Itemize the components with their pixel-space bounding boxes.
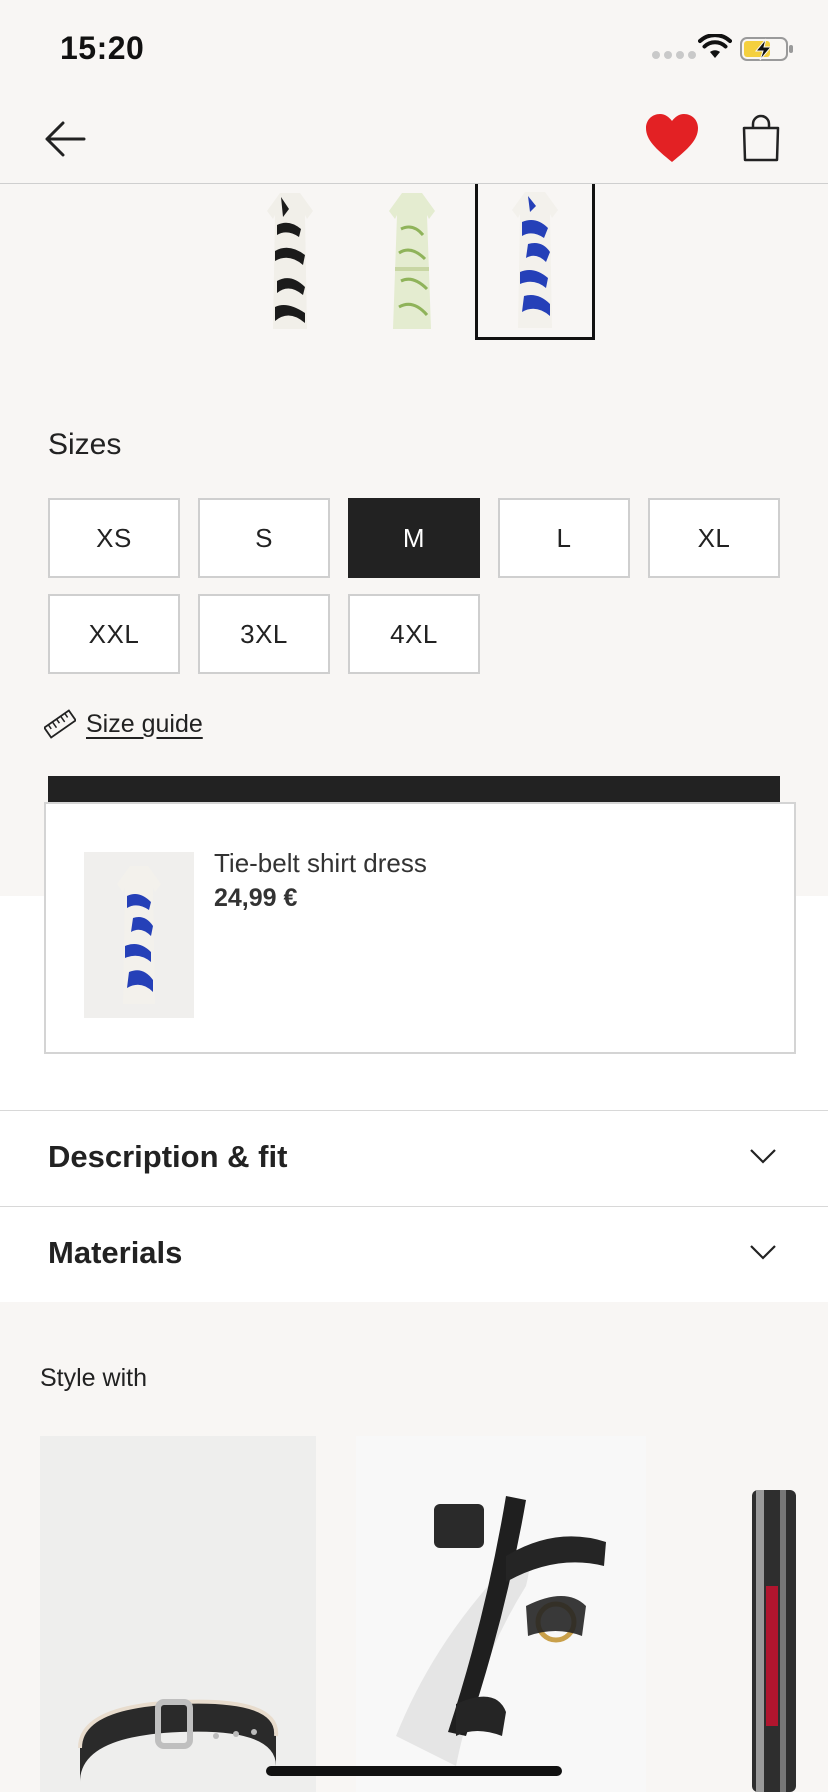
favorite-heart-icon[interactable] (644, 112, 700, 164)
top-nav-bar (0, 90, 828, 184)
accordion-description-fit[interactable]: Description & fit (0, 1110, 828, 1206)
battery-charging-icon (740, 37, 793, 61)
ruler-icon (44, 709, 76, 739)
dress-blue-print-image (512, 191, 558, 328)
dress-green-print-image (389, 193, 435, 329)
accordion-title: Materials (48, 1235, 183, 1270)
sandal-image (396, 1496, 606, 1766)
product-name: Tie-belt shirt dress (214, 848, 427, 878)
product-summary-card: Tie-belt shirt dress 24,99 € (44, 802, 796, 1054)
accordion-title: Description & fit (48, 1139, 288, 1174)
size-option-3xl[interactable]: 3XL (198, 594, 330, 674)
dress-black-print-image (267, 193, 313, 329)
size-option-m[interactable]: M (348, 498, 480, 578)
sizes-title: Sizes (48, 428, 122, 461)
product-dress-image (117, 866, 161, 1004)
product-price: 24,99 € (214, 884, 298, 912)
product-page: 15:20 Sizes XS S M L XL XXL 3XL 4XL Size… (0, 0, 828, 1792)
product-thumbnail (84, 852, 194, 1018)
size-option-xxl[interactable]: XXL (48, 594, 180, 674)
belt-image (78, 1699, 279, 1782)
chevron-down-icon (750, 1245, 776, 1260)
style-with-title: Style with (40, 1364, 147, 1392)
color-swatch-green[interactable] (352, 184, 472, 340)
color-swatch-blue-white[interactable] (475, 184, 595, 340)
chevron-down-icon (750, 1149, 776, 1164)
style-with-item-sandal[interactable] (356, 1436, 646, 1792)
size-option-s[interactable]: S (198, 498, 330, 578)
color-swatches (0, 184, 828, 344)
size-option-l[interactable]: L (498, 498, 630, 578)
status-bar: 15:20 (0, 0, 828, 90)
home-indicator (266, 1766, 562, 1776)
status-time: 15:20 (60, 30, 145, 66)
back-arrow-icon[interactable] (42, 116, 88, 162)
size-guide-link[interactable]: Size guide (44, 708, 203, 740)
add-to-bag-button[interactable] (48, 776, 780, 802)
accordion-materials[interactable]: Materials (0, 1206, 828, 1302)
size-option-xl[interactable]: XL (648, 498, 780, 578)
size-option-4xl[interactable]: 4XL (348, 594, 480, 674)
style-with-item-belt[interactable] (40, 1436, 316, 1792)
cellular-signal-icon (652, 51, 696, 59)
size-option-xs[interactable]: XS (48, 498, 180, 578)
wifi-icon (698, 34, 732, 58)
color-swatch-black-white[interactable] (230, 184, 350, 340)
style-with-item-mascara[interactable] (690, 1436, 828, 1792)
mascara-image (752, 1490, 796, 1792)
shopping-bag-icon[interactable] (740, 114, 782, 162)
size-guide-label: Size guide (86, 709, 203, 738)
